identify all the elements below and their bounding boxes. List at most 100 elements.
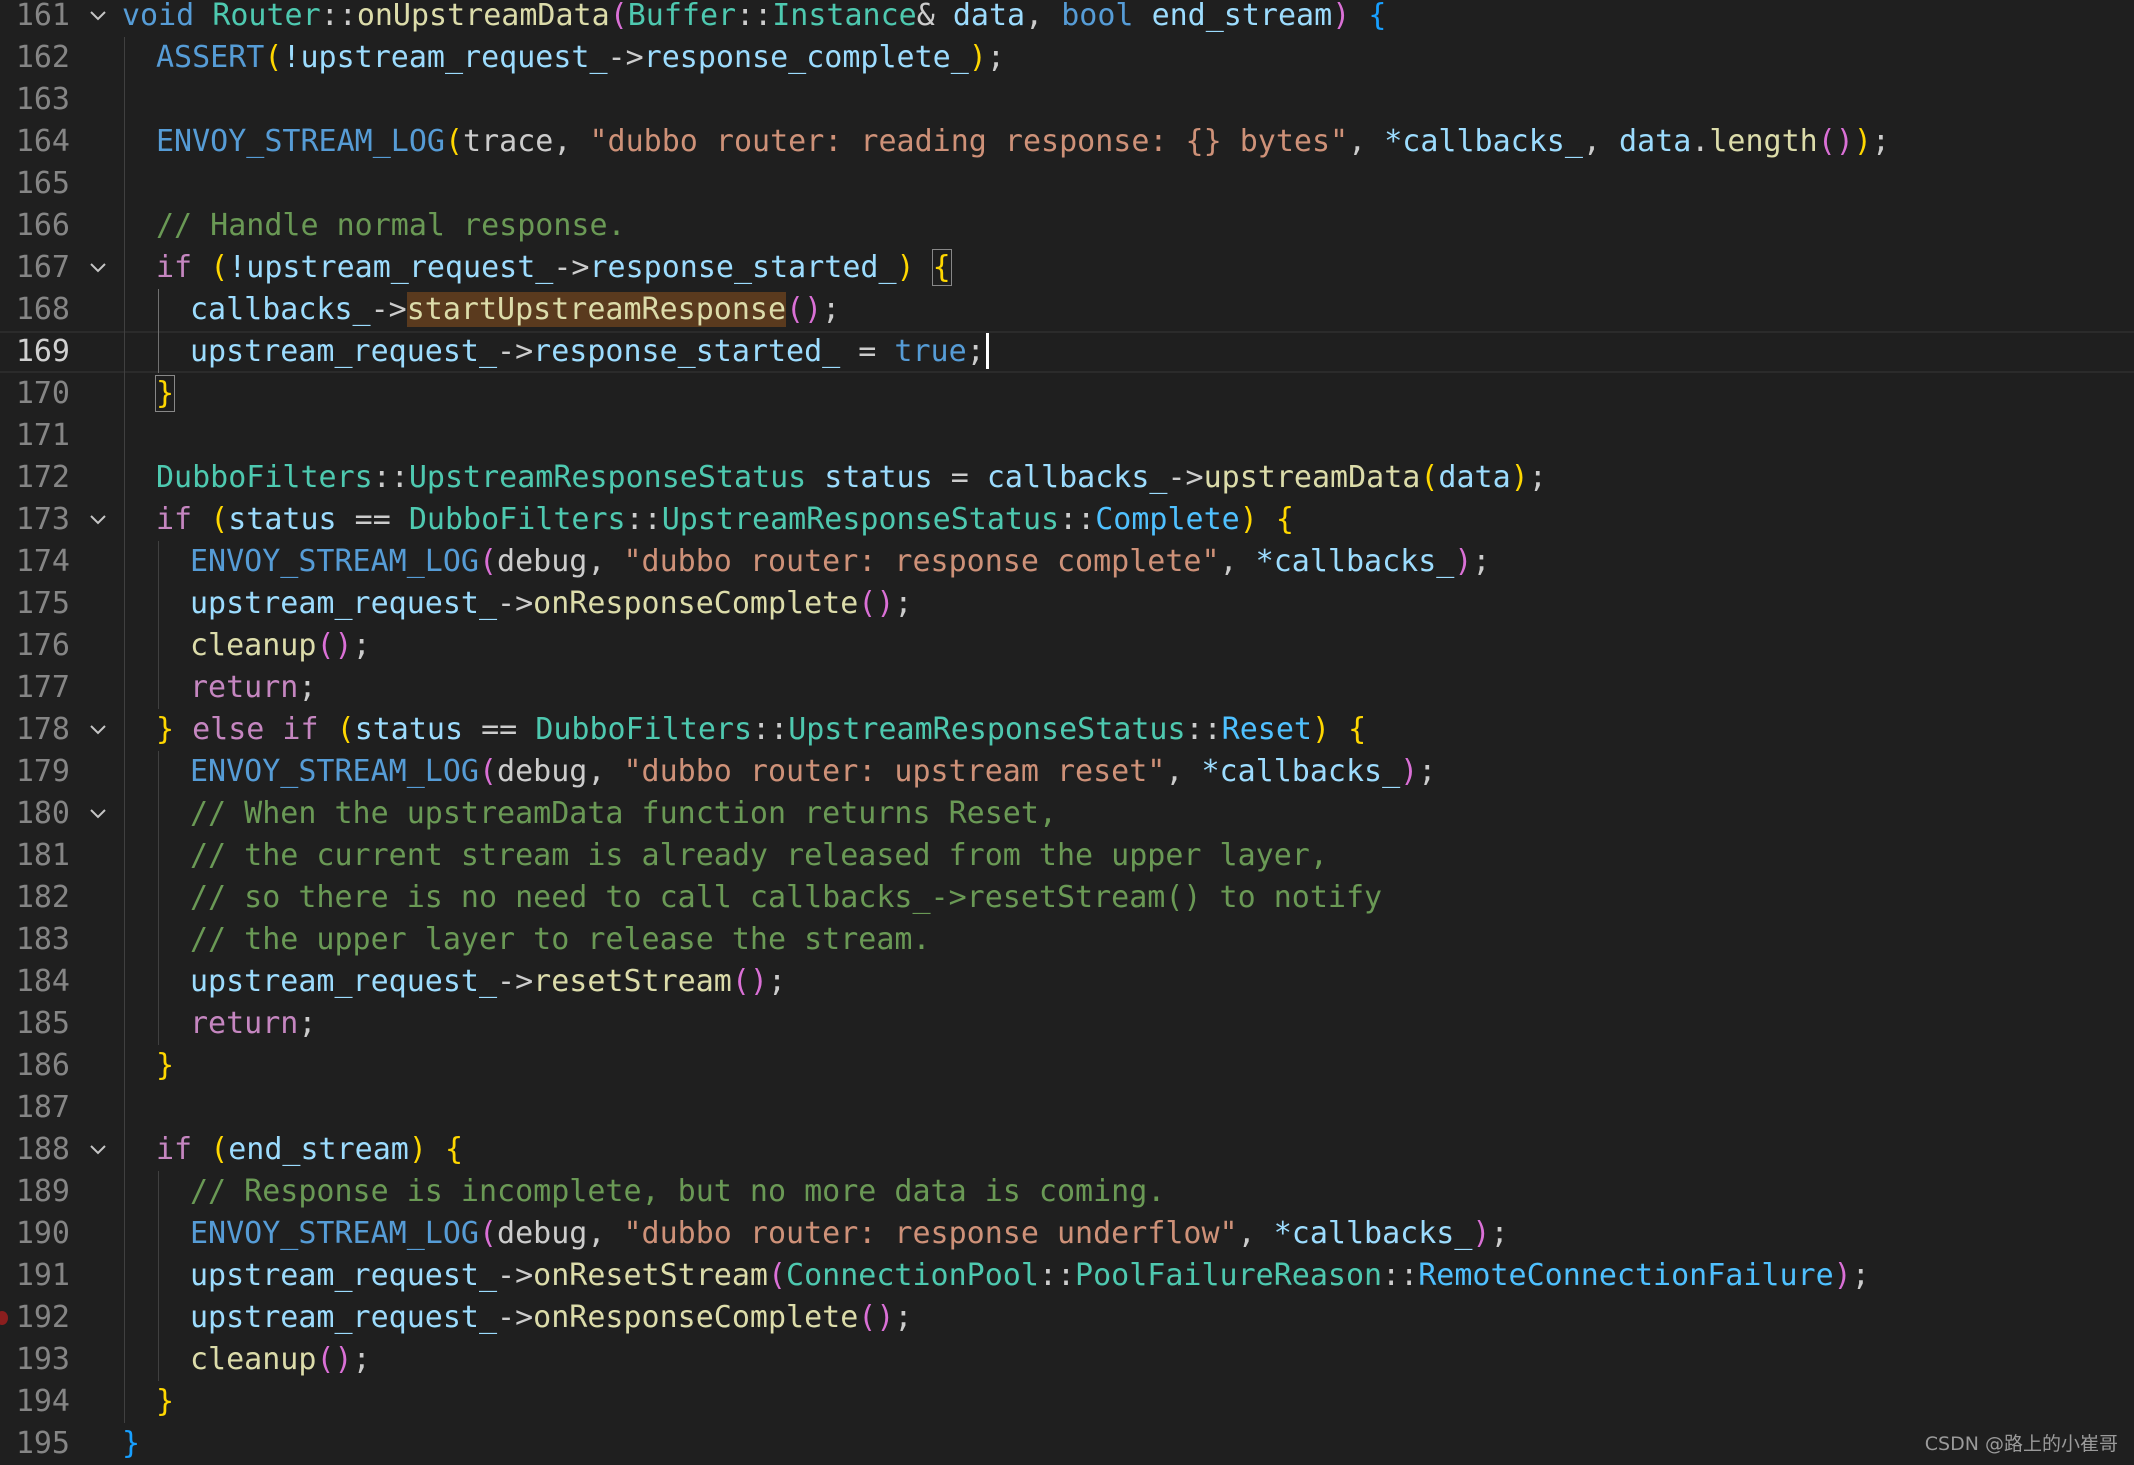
code-token: !upstream_request_ [282, 40, 608, 75]
fold-chevron-down-icon[interactable] [86, 499, 110, 541]
code-text: DubboFilters::UpstreamResponseStatus sta… [156, 457, 1547, 499]
code-line[interactable]: 187 [0, 1087, 2134, 1129]
code-line[interactable]: 171 [0, 415, 2134, 457]
code-editor[interactable]: 161 void Router::onUpstreamData(Buffer::I… [0, 0, 2134, 1464]
fold-chevron-down-icon[interactable] [86, 0, 110, 37]
code-line[interactable]: 192 upstream_request_->onResponseComplete… [0, 1297, 2134, 1339]
indent-guide [158, 331, 159, 373]
indent-guide [124, 37, 125, 79]
indent-guide [158, 1297, 159, 1339]
code-token: -> [497, 964, 534, 999]
code-token: ) [408, 1132, 427, 1167]
code-token: UpstreamResponseStatus [408, 460, 807, 495]
code-line[interactable]: 182 // so there is no need to call callba… [0, 877, 2134, 919]
indent-guide [158, 793, 159, 835]
line-number: 191 [15, 1258, 70, 1293]
code-line[interactable]: 193 cleanup(); [0, 1339, 2134, 1381]
line-number: 193 [15, 1342, 70, 1377]
code-token: Buffer [627, 0, 737, 33]
code-line[interactable]: 179 ENVOY_STREAM_LOG(debug, "dubbo router… [0, 751, 2134, 793]
code-text: // Response is incomplete, but no more d… [190, 1171, 1165, 1213]
code-token: :: [1038, 1258, 1076, 1293]
code-text: return; [190, 667, 316, 709]
code-token: = [932, 460, 987, 495]
code-token: ) [896, 250, 915, 285]
code-line[interactable]: 164 ENVOY_STREAM_LOG(trace, "dubbo router… [0, 121, 2134, 163]
code-token: ) [1400, 754, 1419, 789]
code-token: if [156, 1132, 211, 1167]
code-token: :: [320, 0, 357, 33]
code-token: length [1709, 124, 1818, 159]
code-line[interactable]: 172 DubboFilters::UpstreamResponseStatus … [0, 457, 2134, 499]
line-number: 172 [15, 460, 70, 495]
code-token: data [952, 0, 1026, 33]
code-token: ; [1418, 754, 1437, 789]
code-token: *callbacks_ [1273, 1216, 1473, 1251]
line-number: 188 [15, 1132, 70, 1167]
code-line[interactable]: 185 return; [0, 1003, 2134, 1045]
code-line[interactable]: 178 } else if (status == DubboFilters::Up… [0, 709, 2134, 751]
indent-guide [124, 709, 125, 751]
code-token: // so there is no need to call callbacks… [190, 880, 1383, 915]
indent-guide [158, 835, 159, 877]
line-number: 173 [15, 502, 70, 537]
code-line[interactable]: 170} [0, 373, 2134, 415]
code-line[interactable]: 188 if (end_stream) { [0, 1129, 2134, 1171]
line-number: 178 [15, 712, 70, 747]
code-token: if [156, 502, 211, 537]
code-text: upstream_request_->onResponseComplete(); [190, 583, 912, 625]
fold-chevron-down-icon[interactable] [86, 709, 110, 751]
code-line[interactable]: 167 if (!upstream_request_->response_star… [0, 247, 2134, 289]
code-line[interactable]: 162 ASSERT(!upstream_request_->response_c… [0, 37, 2134, 79]
code-token: ; [986, 40, 1005, 75]
fold-chevron-down-icon[interactable] [86, 247, 110, 289]
code-token: "dubbo router: upstream reset" [623, 754, 1166, 789]
code-line[interactable]: 165 [0, 163, 2134, 205]
indent-guide [158, 583, 159, 625]
code-token: , [1237, 1216, 1274, 1251]
fold-chevron-down-icon[interactable] [86, 793, 110, 835]
code-line[interactable]: 173 if (status == DubboFilters::UpstreamR… [0, 499, 2134, 541]
code-token: response_started_ [589, 250, 897, 285]
code-token: } [156, 712, 193, 747]
code-line[interactable]: 190 ENVOY_STREAM_LOG(debug, "dubbo router… [0, 1213, 2134, 1255]
code-line[interactable]: 183 // the upper layer to release the str… [0, 919, 2134, 961]
code-token: ) [1833, 1258, 1852, 1293]
code-line[interactable]: 184 upstream_request_->resetStream(); [0, 961, 2134, 1003]
indent-guide [124, 457, 125, 499]
code-text: } else if (status == DubboFilters::Upstr… [156, 709, 1366, 751]
code-token: , [553, 124, 590, 159]
code-line[interactable]: 177 return; [0, 667, 2134, 709]
fold-chevron-down-icon[interactable] [86, 1129, 110, 1171]
code-token: return [190, 1006, 299, 1041]
code-token: DubboFilters [535, 712, 753, 747]
code-line[interactable]: 168 callbacks_->startUpstreamResponse(); [0, 289, 2134, 331]
code-token: "dubbo router: reading response: {} byte… [589, 124, 1349, 159]
code-line[interactable]: 181 // the current stream is already rele… [0, 835, 2134, 877]
code-line[interactable]: 166 // Handle normal response. [0, 205, 2134, 247]
code-line[interactable]: 169 upstream_request_->response_started_ … [0, 331, 2134, 373]
code-text: // the current stream is already release… [190, 835, 1328, 877]
code-line[interactable]: 180 // When the upstreamData function ret… [0, 793, 2134, 835]
line-number: 184 [15, 964, 70, 999]
code-line[interactable]: 161 void Router::onUpstreamData(Buffer::I… [0, 0, 2134, 37]
code-line[interactable]: 194} [0, 1381, 2134, 1423]
code-token: status [824, 460, 933, 495]
code-token: ENVOY_STREAM_LOG [156, 124, 445, 159]
code-line[interactable]: 174 ENVOY_STREAM_LOG(debug, "dubbo router… [0, 541, 2134, 583]
code-line[interactable]: 175 upstream_request_->onResponseComplete… [0, 583, 2134, 625]
code-line[interactable]: 176 cleanup(); [0, 625, 2134, 667]
indent-guide [124, 919, 125, 961]
code-line[interactable]: 186} [0, 1045, 2134, 1087]
code-line[interactable]: 191 upstream_request_->onResetStream(Conn… [0, 1255, 2134, 1297]
code-token: ) [1510, 460, 1529, 495]
code-token: response_complete_ [643, 40, 969, 75]
code-line[interactable]: 195} [0, 1423, 2134, 1465]
code-line[interactable]: 163 [0, 79, 2134, 121]
code-text: } [154, 373, 176, 415]
code-line[interactable]: 189 // Response is incomplete, but no mor… [0, 1171, 2134, 1213]
code-token: :: [752, 712, 789, 747]
code-token: } [156, 1048, 175, 1083]
indent-guide [124, 499, 125, 541]
